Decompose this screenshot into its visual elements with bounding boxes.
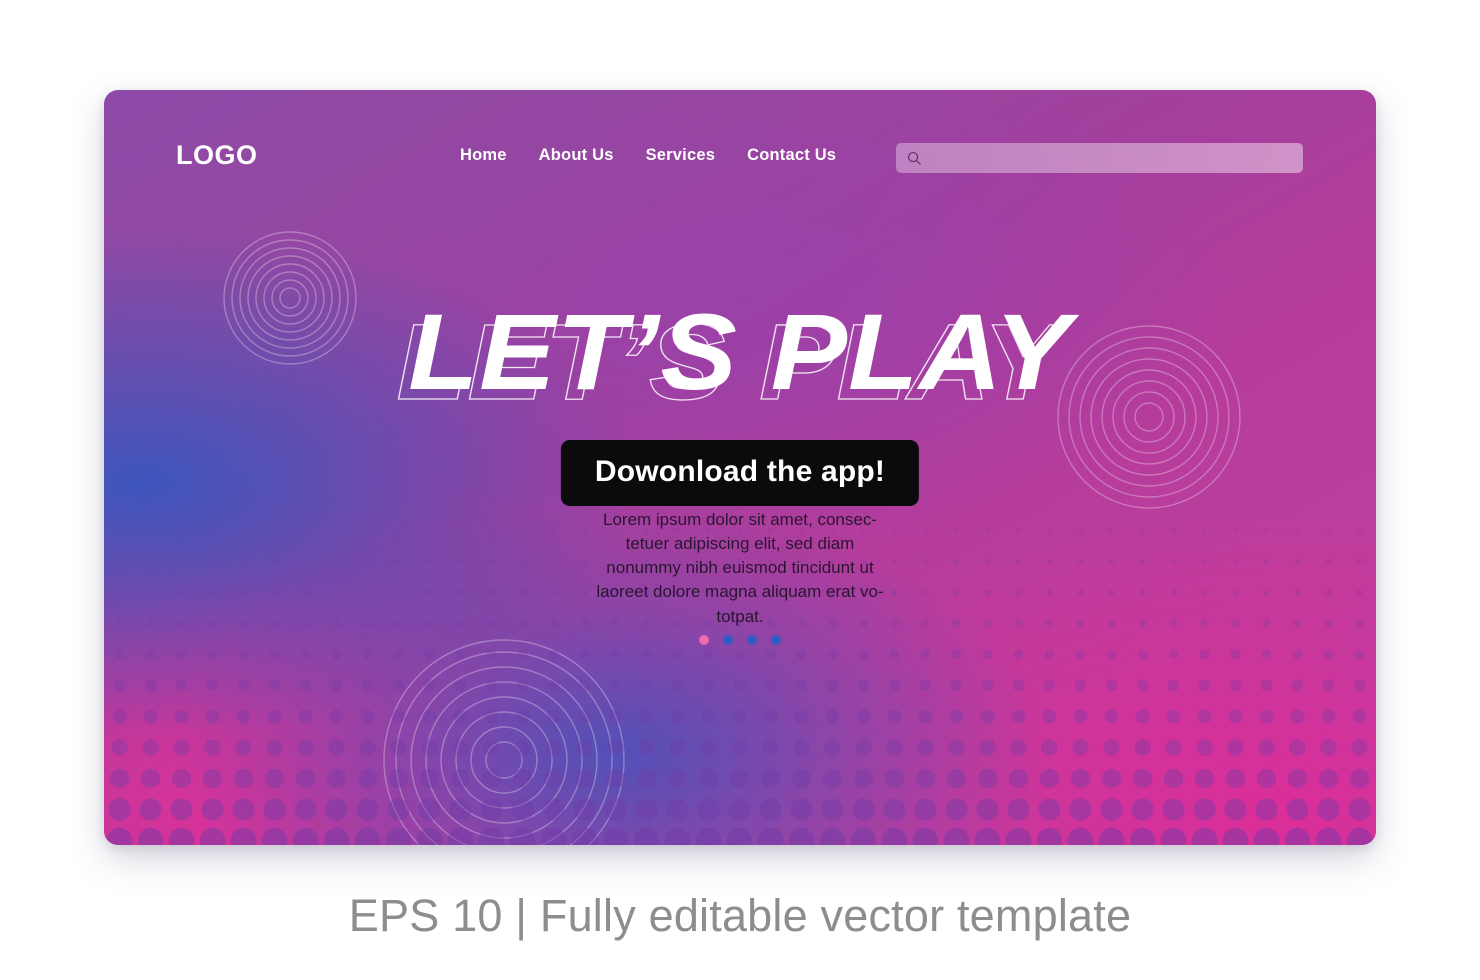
search-icon [907, 151, 921, 165]
carousel-dot-1[interactable] [699, 635, 709, 645]
carousel-dots [699, 635, 781, 645]
hero-body-line-3: nonummy nibh euismod tincidunt ut [606, 558, 874, 578]
logo[interactable]: LOGO [176, 140, 258, 171]
caption-text: EPS 10 | Fully editable vector template [348, 890, 1132, 941]
nav-item-about-us[interactable]: About Us [539, 146, 614, 165]
hero-body-text: Lorem ipsum dolor sit amet, consec- tetu… [562, 508, 918, 629]
hero-body-line-1: Lorem ipsum dolor sit amet, consec- [603, 510, 877, 529]
main-navigation: Home About Us Services Contact Us [460, 146, 836, 165]
hero-card: LOGO Home About Us Services Contact Us L… [104, 90, 1376, 845]
carousel-dot-3[interactable] [747, 635, 757, 645]
hero-body-line-5: totpat. [716, 606, 764, 626]
search-input[interactable] [923, 143, 1303, 173]
nav-item-home[interactable]: Home [460, 146, 507, 165]
nav-item-contact-us[interactable]: Contact Us [747, 146, 836, 165]
nav-item-services[interactable]: Services [646, 146, 716, 165]
hero-body-line-2: tetuer adipiscing elit, sed diam [625, 534, 855, 554]
search-bar[interactable] [896, 143, 1303, 173]
canvas: LOGO Home About Us Services Contact Us L… [0, 0, 1480, 980]
download-app-button[interactable]: Dowonload the app! [560, 440, 920, 506]
topbar: LOGO Home About Us Services Contact Us [104, 90, 1376, 228]
hero-body-line-4: laoreet dolore magna aliquam erat vo- [596, 582, 884, 602]
carousel-dot-4[interactable] [771, 635, 781, 645]
carousel-dot-2[interactable] [723, 635, 733, 645]
